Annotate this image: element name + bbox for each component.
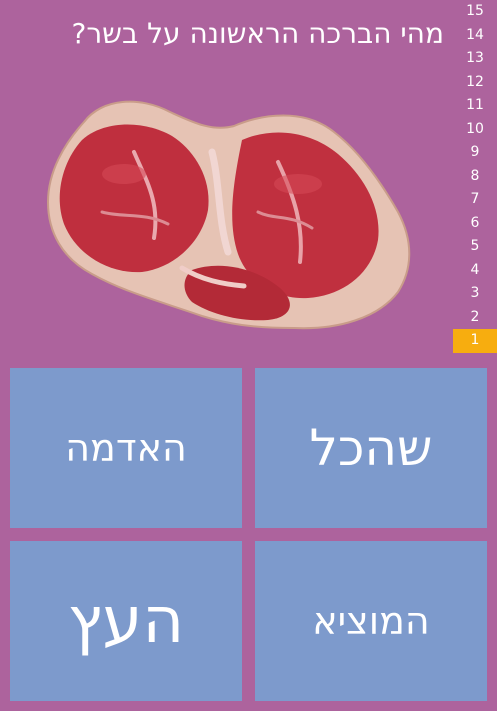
- level-5: 5: [470, 238, 480, 254]
- level-10: 10: [466, 120, 484, 137]
- level-4: 4: [470, 261, 480, 278]
- level-9: 9: [470, 144, 480, 160]
- question-text: מהי הברכה הראשונה על בשר?: [71, 17, 444, 50]
- level-14: 14: [466, 26, 484, 43]
- level-13: 13: [466, 50, 484, 66]
- answer-grid: האדמה שהכל העץ המוציא: [0, 358, 497, 711]
- level-12: 12: [466, 73, 484, 90]
- answer-button-haadama[interactable]: האדמה: [10, 368, 242, 528]
- level-7: 7: [470, 191, 480, 207]
- answer-button-haetz[interactable]: העץ: [10, 541, 242, 701]
- level-6: 6: [470, 214, 480, 231]
- raw-meat-steak-image: [42, 92, 414, 337]
- answer-button-shehakol[interactable]: שהכל: [255, 368, 487, 528]
- level-11: 11: [466, 97, 484, 113]
- answer-button-hamotzi[interactable]: המוציא: [255, 541, 487, 701]
- level-ladder: 15 14 13 12 11 10 9 8 7 6 5 4 3 2 1: [453, 0, 497, 356]
- level-3: 3: [470, 285, 480, 301]
- level-8: 8: [470, 167, 480, 184]
- level-15: 15: [466, 3, 484, 19]
- level-1: 1: [453, 329, 497, 353]
- level-2: 2: [470, 308, 480, 325]
